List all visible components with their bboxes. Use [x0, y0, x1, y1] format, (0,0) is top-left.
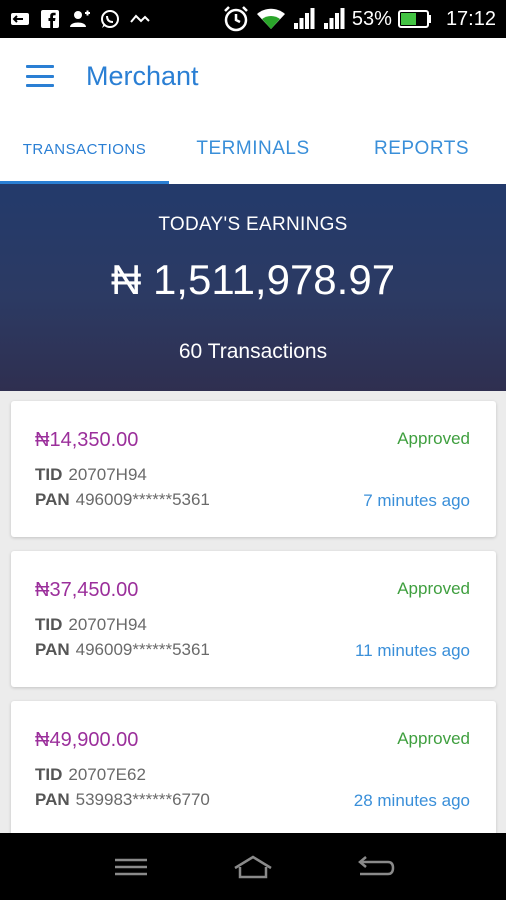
tid-value: 20707H94	[68, 615, 147, 634]
transaction-card[interactable]: ₦49,900.00 Approved TID 20707E62 PAN 53998…	[11, 701, 496, 833]
pan-label: PAN	[35, 790, 70, 809]
tab-reports[interactable]: REPORTS	[337, 114, 506, 184]
transaction-amount: ₦14,350.00	[35, 429, 139, 451]
system-indicators: 53% 17:12	[222, 5, 496, 33]
transaction-amount: ₦37,450.00	[35, 579, 139, 601]
status-badge: Approved	[397, 429, 470, 448]
tab-terminals[interactable]: TERMINALS	[169, 114, 337, 184]
tab-bar: TRANSACTIONS TERMINALS REPORTS	[0, 114, 506, 184]
clock: 17:12	[445, 7, 496, 30]
status-badge: Approved	[397, 729, 470, 748]
transaction-time: 11 minutes ago	[355, 641, 470, 660]
terminal-id-row: TID 20707H94	[35, 615, 147, 635]
tid-label: TID	[35, 765, 63, 784]
notification-icon	[10, 9, 30, 29]
alarm-icon	[222, 5, 250, 33]
transaction-card[interactable]: ₦14,350.00 Approved TID 20707H94 PAN 49600…	[11, 401, 496, 537]
tid-value: 20707H94	[68, 465, 147, 484]
app-bar: Merchant	[0, 38, 506, 114]
pan-row: PAN 496009******5361	[35, 490, 210, 510]
earnings-summary: TODAY'S EARNINGS ₦ 1,511,978.97 60 Trans…	[0, 184, 506, 391]
battery-icon	[397, 9, 432, 29]
notification-icons	[10, 9, 150, 29]
earnings-label: TODAY'S EARNINGS	[158, 214, 348, 235]
transaction-count: 60 Transactions	[178, 340, 328, 363]
tab-transactions[interactable]: TRANSACTIONS	[0, 114, 169, 184]
transaction-time: 28 minutes ago	[353, 791, 470, 810]
add-contact-icon	[70, 9, 90, 29]
system-nav-bar	[0, 833, 506, 900]
whatsapp-icon	[100, 9, 120, 29]
terminal-id-row: TID 20707E62	[35, 765, 146, 785]
back-icon[interactable]	[353, 852, 397, 882]
earnings-amount: ₦ 1,511,978.97	[110, 256, 396, 303]
wifi-icon	[256, 8, 286, 29]
pan-row: PAN 496009******5361	[35, 640, 210, 660]
transaction-time: 7 minutes ago	[363, 491, 470, 510]
menu-icon[interactable]	[109, 852, 153, 882]
transaction-list[interactable]: ₦14,350.00 Approved TID 20707H94 PAN 49600…	[0, 391, 506, 833]
pan-value: 496009******5361	[75, 490, 210, 509]
tid-value: 20707E62	[68, 765, 146, 784]
terminal-id-row: TID 20707H94	[35, 465, 147, 485]
tid-label: TID	[35, 465, 63, 484]
facebook-icon	[40, 9, 60, 29]
home-icon[interactable]	[231, 852, 275, 882]
cell-signal-icon	[292, 8, 316, 29]
hamburger-menu-icon[interactable]	[26, 65, 54, 87]
pan-label: PAN	[35, 640, 70, 659]
cell-signal-icon	[322, 8, 346, 29]
signal-activity-icon	[130, 9, 150, 29]
status-badge: Approved	[397, 579, 470, 598]
status-bar: 53% 17:12	[0, 0, 506, 38]
pan-label: PAN	[35, 490, 70, 509]
tid-label: TID	[35, 615, 63, 634]
app-title: Merchant	[86, 60, 199, 91]
transaction-card[interactable]: ₦37,450.00 Approved TID 20707H94 PAN 49600…	[11, 551, 496, 687]
pan-value: 496009******5361	[75, 640, 210, 659]
transaction-amount: ₦49,900.00	[35, 729, 139, 751]
battery-percent: 53%	[351, 7, 392, 30]
pan-row: PAN 539983******6770	[35, 790, 210, 810]
pan-value: 539983******6770	[75, 790, 210, 809]
